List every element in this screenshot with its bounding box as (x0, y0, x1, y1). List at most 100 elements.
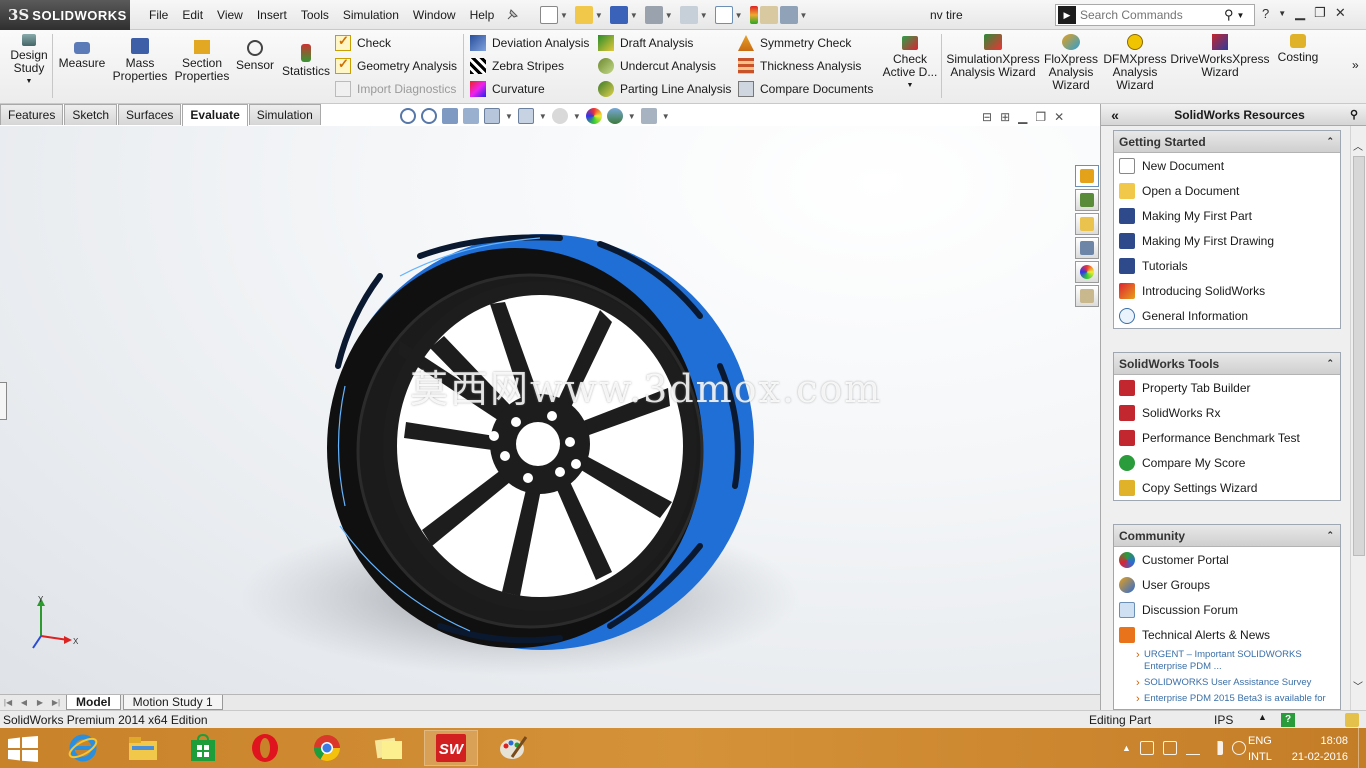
paint-icon[interactable] (486, 730, 540, 766)
chevron-down-icon[interactable]: ▼ (800, 11, 808, 20)
group-header[interactable]: Getting Started ⌃ (1114, 131, 1340, 153)
menu-help[interactable]: Help (463, 8, 502, 22)
tab-design-library[interactable] (1075, 189, 1099, 211)
statistics-button[interactable]: Statistics (280, 34, 332, 78)
restore-icon[interactable]: ❐ (1314, 5, 1326, 21)
chevron-down-icon[interactable]: ▼ (595, 11, 603, 20)
previous-view-icon[interactable] (442, 108, 458, 124)
deviation-analysis-button[interactable]: Deviation Analysis (470, 33, 589, 53)
file-properties-icon[interactable] (759, 6, 778, 24)
tab-evaluate[interactable]: Evaluate (182, 104, 248, 126)
quick-tips-icon[interactable]: ? (1281, 713, 1295, 727)
graphics-area[interactable]: 莫西网www.3dmox.com Y X (0, 126, 1100, 694)
collapse-panel-icon[interactable]: « (1101, 107, 1129, 123)
last-tab-icon[interactable]: ▶| (48, 696, 64, 710)
volume-icon[interactable] (1231, 741, 1246, 755)
chevron-down-icon[interactable]: ▼ (560, 11, 568, 20)
menu-file[interactable]: File (142, 8, 175, 22)
menu-tools[interactable]: Tools (294, 8, 336, 22)
chevron-down-icon[interactable]: ▼ (539, 112, 547, 121)
tab-view-palette[interactable] (1075, 237, 1099, 259)
edit-appearance-icon[interactable] (585, 108, 602, 124)
rebuild-icon[interactable] (1345, 713, 1359, 727)
restore-icon[interactable]: ❐ (1035, 110, 1046, 124)
section-view-icon[interactable] (463, 108, 479, 124)
scroll-thumb[interactable] (1353, 156, 1365, 556)
undercut-analysis-button[interactable]: Undercut Analysis (598, 56, 716, 76)
chevron-down-icon[interactable]: ▼ (573, 112, 581, 121)
menu-edit[interactable]: Edit (175, 8, 210, 22)
costing-button[interactable]: Costing (1272, 34, 1324, 64)
parting-line-analysis-button[interactable]: Parting Line Analysis (598, 79, 731, 99)
zoom-to-area-icon[interactable] (421, 108, 437, 124)
chevron-down-icon[interactable]: ▼ (1237, 11, 1245, 20)
split-view-icon[interactable]: ⊟ (982, 110, 992, 124)
news-item[interactable]: URGENT – Important SOLIDWORKS Enterprise… (1114, 649, 1340, 673)
tab-solidworks-resources[interactable] (1075, 165, 1099, 187)
tab-surfaces[interactable]: Surfaces (118, 104, 182, 125)
compare-documents-button[interactable]: Compare Documents (738, 79, 873, 99)
chevron-down-icon[interactable]: ▼ (628, 112, 636, 121)
tab-custom-properties[interactable] (1075, 285, 1099, 307)
search-icon[interactable]: ⚲ (1224, 7, 1234, 23)
minimize-icon[interactable]: ▁ (1018, 110, 1027, 124)
check-active-document-button[interactable]: Check Active D... ▼ (882, 34, 938, 92)
rebuild-traffic-light-icon[interactable] (749, 6, 758, 24)
search-input[interactable] (1080, 8, 1220, 22)
technical-alerts-link[interactable]: Technical Alerts & News (1114, 622, 1340, 647)
customer-portal-link[interactable]: Customer Portal (1114, 547, 1340, 572)
copy-settings-wizard-link[interactable]: Copy Settings Wizard (1114, 475, 1340, 500)
discussion-forum-link[interactable]: Discussion Forum (1114, 597, 1340, 622)
close-icon[interactable]: ✕ (1054, 110, 1064, 124)
open-folder-icon[interactable] (574, 6, 593, 24)
collapse-icon[interactable]: ⌃ (1326, 136, 1334, 147)
menu-insert[interactable]: Insert (250, 8, 294, 22)
signal-icon[interactable] (1208, 741, 1223, 755)
symmetry-check-button[interactable]: Symmetry Check (738, 33, 851, 53)
zoom-to-fit-icon[interactable] (400, 108, 416, 124)
tab-file-explorer[interactable] (1075, 213, 1099, 235)
menu-window[interactable]: Window (406, 8, 463, 22)
collapse-icon[interactable]: ⌃ (1326, 358, 1334, 369)
save-icon[interactable] (609, 6, 628, 24)
sensor-button[interactable]: Sensor (234, 34, 276, 72)
display-style-icon[interactable] (517, 108, 534, 124)
undo-icon[interactable] (679, 6, 698, 24)
windows-start-icon[interactable] (8, 736, 38, 762)
print-icon[interactable] (644, 6, 663, 24)
solidworks-rx-link[interactable]: SolidWorks Rx (1114, 400, 1340, 425)
tab-motion-study[interactable]: Motion Study 1 (122, 695, 223, 710)
floxpress-wizard-button[interactable]: FloXpress Analysis Wizard (1042, 34, 1100, 92)
menu-view[interactable]: View (210, 8, 250, 22)
mass-properties-button[interactable]: Mass Properties (110, 34, 170, 83)
simulationxpress-wizard-button[interactable]: SimulationXpress Analysis Wizard (946, 34, 1040, 79)
collapse-icon[interactable]: ⌃ (1326, 530, 1334, 541)
power-icon[interactable] (1162, 741, 1177, 755)
group-header[interactable]: Community ⌃ (1114, 525, 1340, 547)
pin-menu-icon[interactable] (505, 8, 519, 22)
help-icon[interactable]: ? (1262, 6, 1269, 21)
close-icon[interactable]: ✕ (1335, 5, 1346, 21)
view-settings-icon[interactable] (640, 108, 657, 124)
solidworks-icon[interactable]: SW (424, 730, 478, 766)
import-diagnostics-button[interactable]: Import Diagnostics (335, 79, 456, 99)
tab-appearances[interactable] (1075, 261, 1099, 283)
user-groups-link[interactable]: User Groups (1114, 572, 1340, 597)
resources-scrollbar[interactable]: ︿ ﹀ (1350, 126, 1366, 710)
news-item[interactable]: Enterprise PDM 2015 Beta3 is available f… (1114, 693, 1340, 705)
news-item[interactable]: SOLIDWORKS User Assistance Survey (1114, 677, 1340, 689)
tab-model[interactable]: Model (66, 695, 121, 710)
search-scope-icon[interactable]: ▶ (1058, 6, 1076, 24)
design-study-button[interactable]: Design Study ▼ (8, 34, 50, 88)
pin-icon[interactable]: ⚲ (1350, 108, 1366, 121)
feature-manager-toggle[interactable] (0, 382, 7, 420)
general-information-link[interactable]: General Information (1114, 303, 1340, 328)
first-part-link[interactable]: Making My First Part (1114, 203, 1340, 228)
open-document-link[interactable]: Open a Document (1114, 178, 1340, 203)
chrome-icon[interactable] (300, 730, 354, 766)
system-clock[interactable]: 18:08 21-02-2016 (1288, 733, 1348, 765)
action-center-icon[interactable] (1139, 741, 1154, 755)
unit-system[interactable]: IPS (1214, 713, 1233, 727)
menu-simulation[interactable]: Simulation (336, 8, 406, 22)
zebra-stripes-button[interactable]: Zebra Stripes (470, 56, 564, 76)
